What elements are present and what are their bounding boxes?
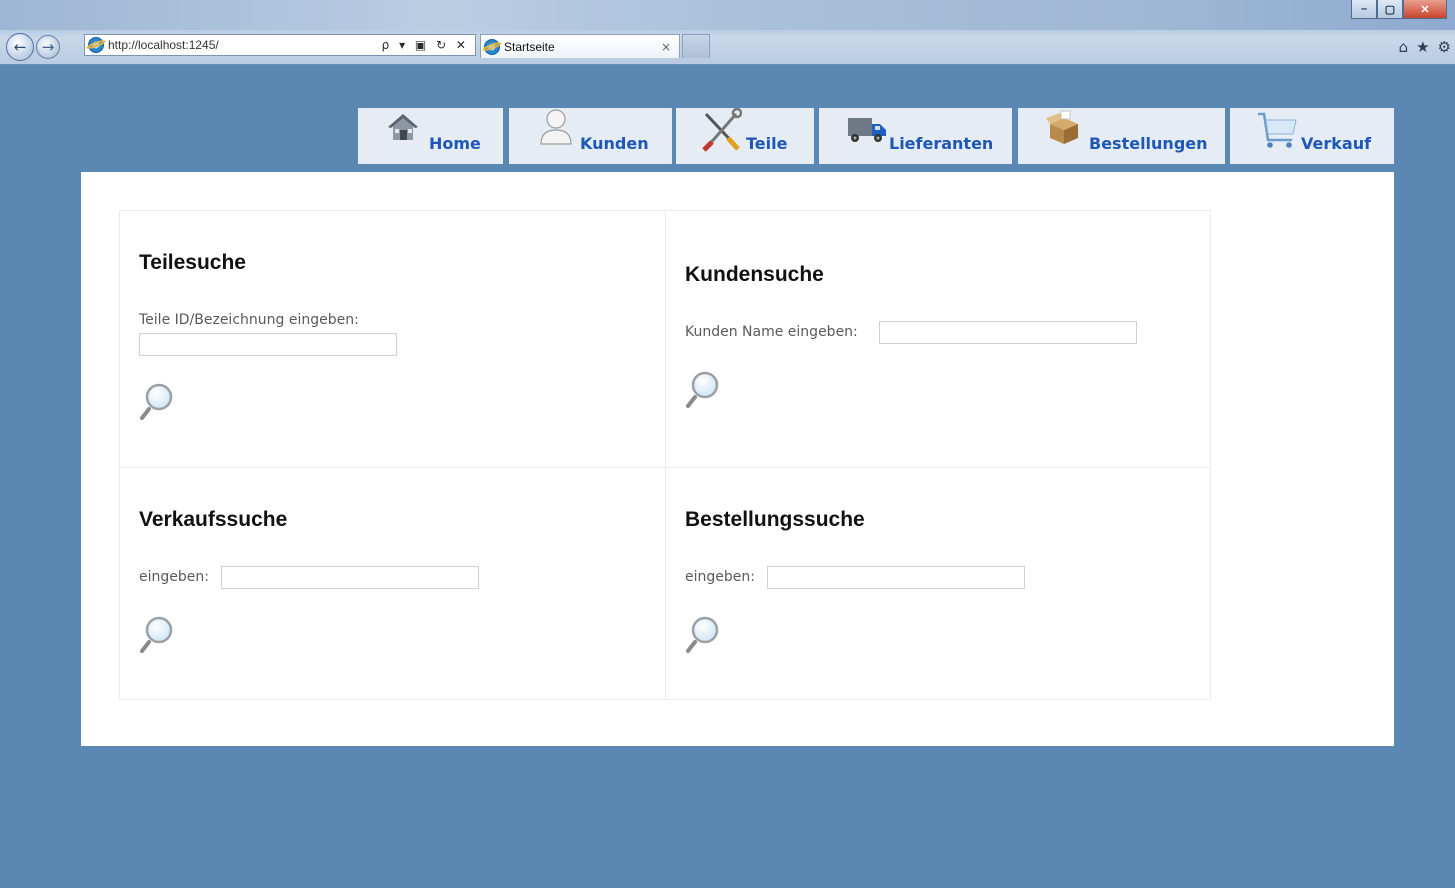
bestellungssuche-label: eingeben: [685,569,755,585]
panel-kundensuche: Kundensuche Kunden Name eingeben: [685,211,1185,467]
verkaufssuche-search-icon[interactable] [139,614,175,654]
teilesuche-title: Teilesuche [139,251,246,274]
verkaufssuche-input[interactable] [221,566,479,589]
ie-tab-favicon-icon [484,38,500,55]
minimize-button[interactable]: – [1351,0,1377,19]
grid-divider-vertical [665,211,666,699]
nav-teile[interactable]: Teile [676,108,814,164]
tools-icon [702,108,742,152]
tab-close-icon[interactable]: × [661,40,671,54]
window-controls: – ▢ ✕ [1351,0,1447,19]
search-grid: Teilesuche Teile ID/Bezeichnung eingeben… [119,210,1211,700]
tab-title: Startseite [504,39,555,54]
nav-lieferanten-label: Lieferanten [889,134,994,153]
bestellungssuche-search-icon[interactable] [685,614,721,654]
teilesuche-input[interactable] [139,333,397,356]
forward-button[interactable]: → [36,35,60,59]
verkaufssuche-title: Verkaufssuche [139,508,288,531]
box-icon [1046,110,1078,144]
nav-lieferanten[interactable]: Lieferanten [819,108,1012,164]
back-button[interactable]: ← [6,33,34,61]
nav-bestellungen[interactable]: Bestellungen [1018,108,1225,164]
panel-bestellungssuche: Bestellungssuche eingeben: [685,468,1185,700]
nav-verkauf-label: Verkauf [1301,134,1372,153]
kundensuche-input[interactable] [879,321,1137,344]
teilesuche-label: Teile ID/Bezeichnung eingeben: [139,312,359,328]
kundensuche-label: Kunden Name eingeben: [685,324,858,340]
browser-nav-buttons: ← → [6,33,60,61]
verkaufssuche-label: eingeben: [139,569,209,585]
settings-gear-icon[interactable]: ⚙ [1438,38,1451,56]
house-icon [388,114,418,140]
favorites-star-icon[interactable]: ★ [1416,38,1429,56]
teilesuche-search-icon[interactable] [139,381,175,421]
nav-kunden[interactable]: Kunden [509,108,672,164]
nav-verkauf[interactable]: Verkauf [1230,108,1394,164]
panel-teilesuche: Teilesuche Teile ID/Bezeichnung eingeben… [139,211,639,467]
nav-bestellungen-label: Bestellungen [1089,134,1208,153]
nav-teile-label: Teile [746,134,788,153]
user-icon [540,109,572,145]
browser-tab-startseite[interactable]: Startseite × [480,34,680,58]
nav-home[interactable]: Home [358,108,503,164]
browser-right-tools: ⌂ ★ ⚙ [1399,38,1451,56]
kundensuche-search-icon[interactable] [685,369,721,409]
home-icon[interactable]: ⌂ [1399,38,1409,56]
nav-home-label: Home [429,134,481,153]
close-window-button[interactable]: ✕ [1403,0,1447,19]
kundensuche-title: Kundensuche [685,263,824,286]
panel-verkaufssuche: Verkaufssuche eingeben: [139,468,639,700]
url-text[interactable]: http://localhost:1245/ [108,38,382,52]
bestellungssuche-input[interactable] [767,566,1025,589]
ie-favicon-icon [88,37,104,53]
browser-chrome: – ▢ ✕ ← → http://localhost:1245/ ρ ▾ ▣ ↻… [0,0,1455,65]
maximize-button[interactable]: ▢ [1377,0,1403,19]
arrow-right-icon: → [41,38,55,56]
main-content: Teilesuche Teile ID/Bezeichnung eingeben… [81,172,1394,746]
address-tools[interactable]: ρ ▾ ▣ ↻ ✕ [382,38,475,52]
cart-icon [1258,112,1297,148]
window-title-bar [0,0,1455,30]
truck-icon [848,118,886,142]
address-bar[interactable]: http://localhost:1245/ ρ ▾ ▣ ↻ ✕ [84,34,476,56]
nav-kunden-label: Kunden [580,134,649,153]
bestellungssuche-title: Bestellungssuche [685,508,865,531]
arrow-left-icon: ← [13,38,27,56]
new-tab-button[interactable] [682,34,710,58]
